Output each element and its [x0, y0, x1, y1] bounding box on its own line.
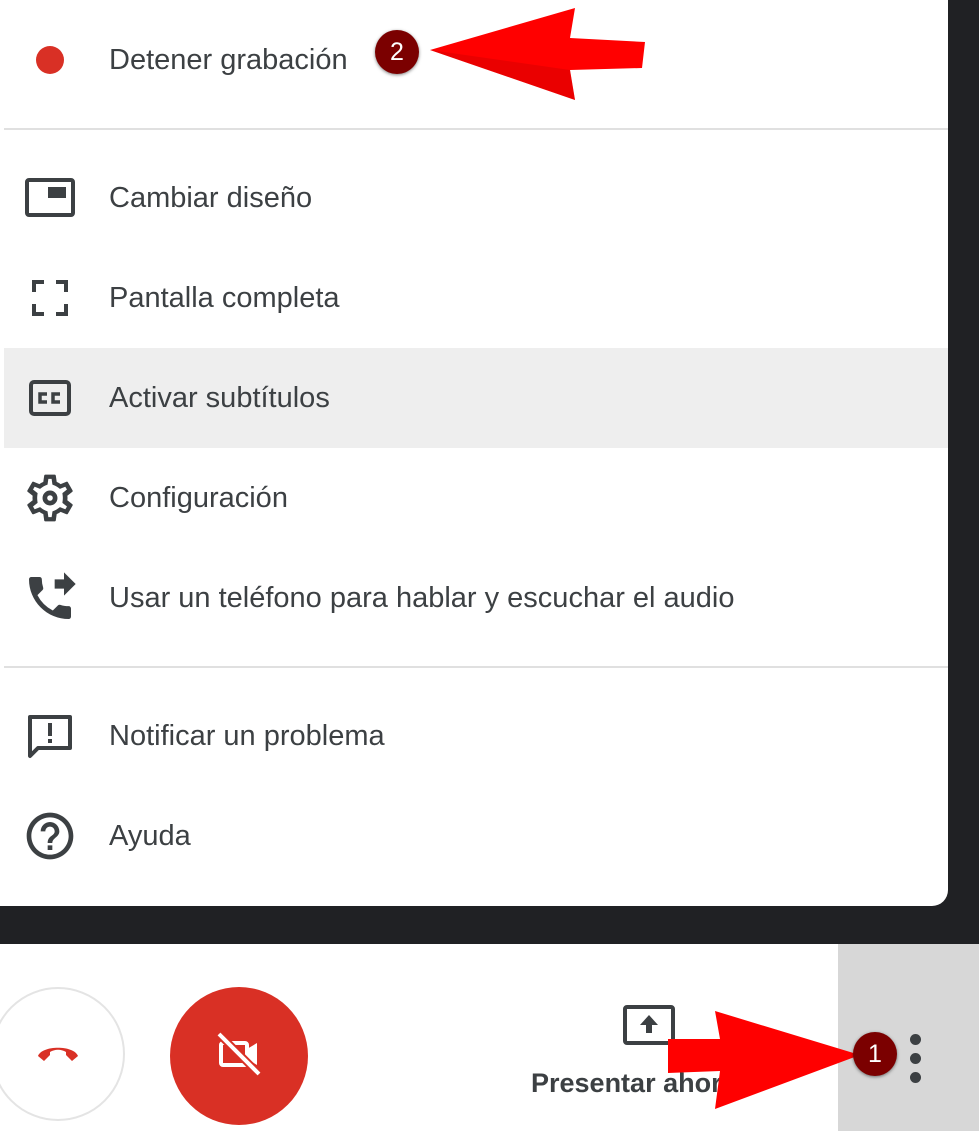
gear-icon: [22, 470, 78, 526]
present-now-label: Presentar ahora: [531, 1068, 737, 1098]
camera-toggle-button[interactable]: [170, 987, 308, 1125]
record-dot-icon: [22, 32, 78, 88]
menu-item-label: Activar subtítulos: [109, 381, 330, 414]
menu-item-captions[interactable]: Activar subtítulos: [4, 348, 948, 448]
hangup-icon: [34, 1040, 82, 1069]
phone-forward-icon: [22, 570, 78, 626]
menu-item-settings[interactable]: Configuración: [4, 448, 948, 548]
menu-item-use-phone[interactable]: Usar un teléfono para hablar y escuchar …: [4, 548, 948, 648]
hangup-button[interactable]: [0, 987, 125, 1121]
menu-item-report-problem[interactable]: Notificar un problema: [4, 686, 948, 786]
more-options-button[interactable]: [898, 1031, 934, 1089]
menu-item-label: Cambiar diseño: [109, 181, 313, 214]
feedback-icon: [22, 708, 78, 764]
closed-captions-icon: [22, 370, 78, 426]
camera-off-icon: [211, 1026, 267, 1087]
help-icon: [22, 808, 78, 864]
menu-item-label: Detener grabación: [109, 43, 348, 76]
meeting-toolbar: Presentar ahora: [0, 944, 979, 1131]
menu-item-label: Notificar un problema: [109, 719, 385, 752]
menu-item-label: Usar un teléfono para hablar y escuchar …: [109, 581, 735, 614]
menu-item-label: Configuración: [109, 481, 288, 514]
annotation-badge-2: 2: [375, 30, 419, 74]
menu-item-change-layout[interactable]: Cambiar diseño: [4, 148, 948, 248]
layout-icon: [22, 170, 78, 226]
more-options-menu: Detener grabación Cambiar diseño Pantall…: [0, 0, 948, 906]
menu-item-label: Ayuda: [109, 819, 191, 852]
menu-item-stop-recording[interactable]: Detener grabación: [4, 10, 948, 110]
menu-item-fullscreen[interactable]: Pantalla completa: [4, 248, 948, 348]
annotation-badge-1: 1: [853, 1032, 897, 1076]
present-screen-icon: [621, 1004, 677, 1050]
menu-item-label: Pantalla completa: [109, 281, 340, 314]
menu-divider: [4, 666, 948, 668]
menu-item-help[interactable]: Ayuda: [4, 786, 948, 886]
fullscreen-icon: [22, 270, 78, 326]
menu-divider: [4, 128, 948, 130]
